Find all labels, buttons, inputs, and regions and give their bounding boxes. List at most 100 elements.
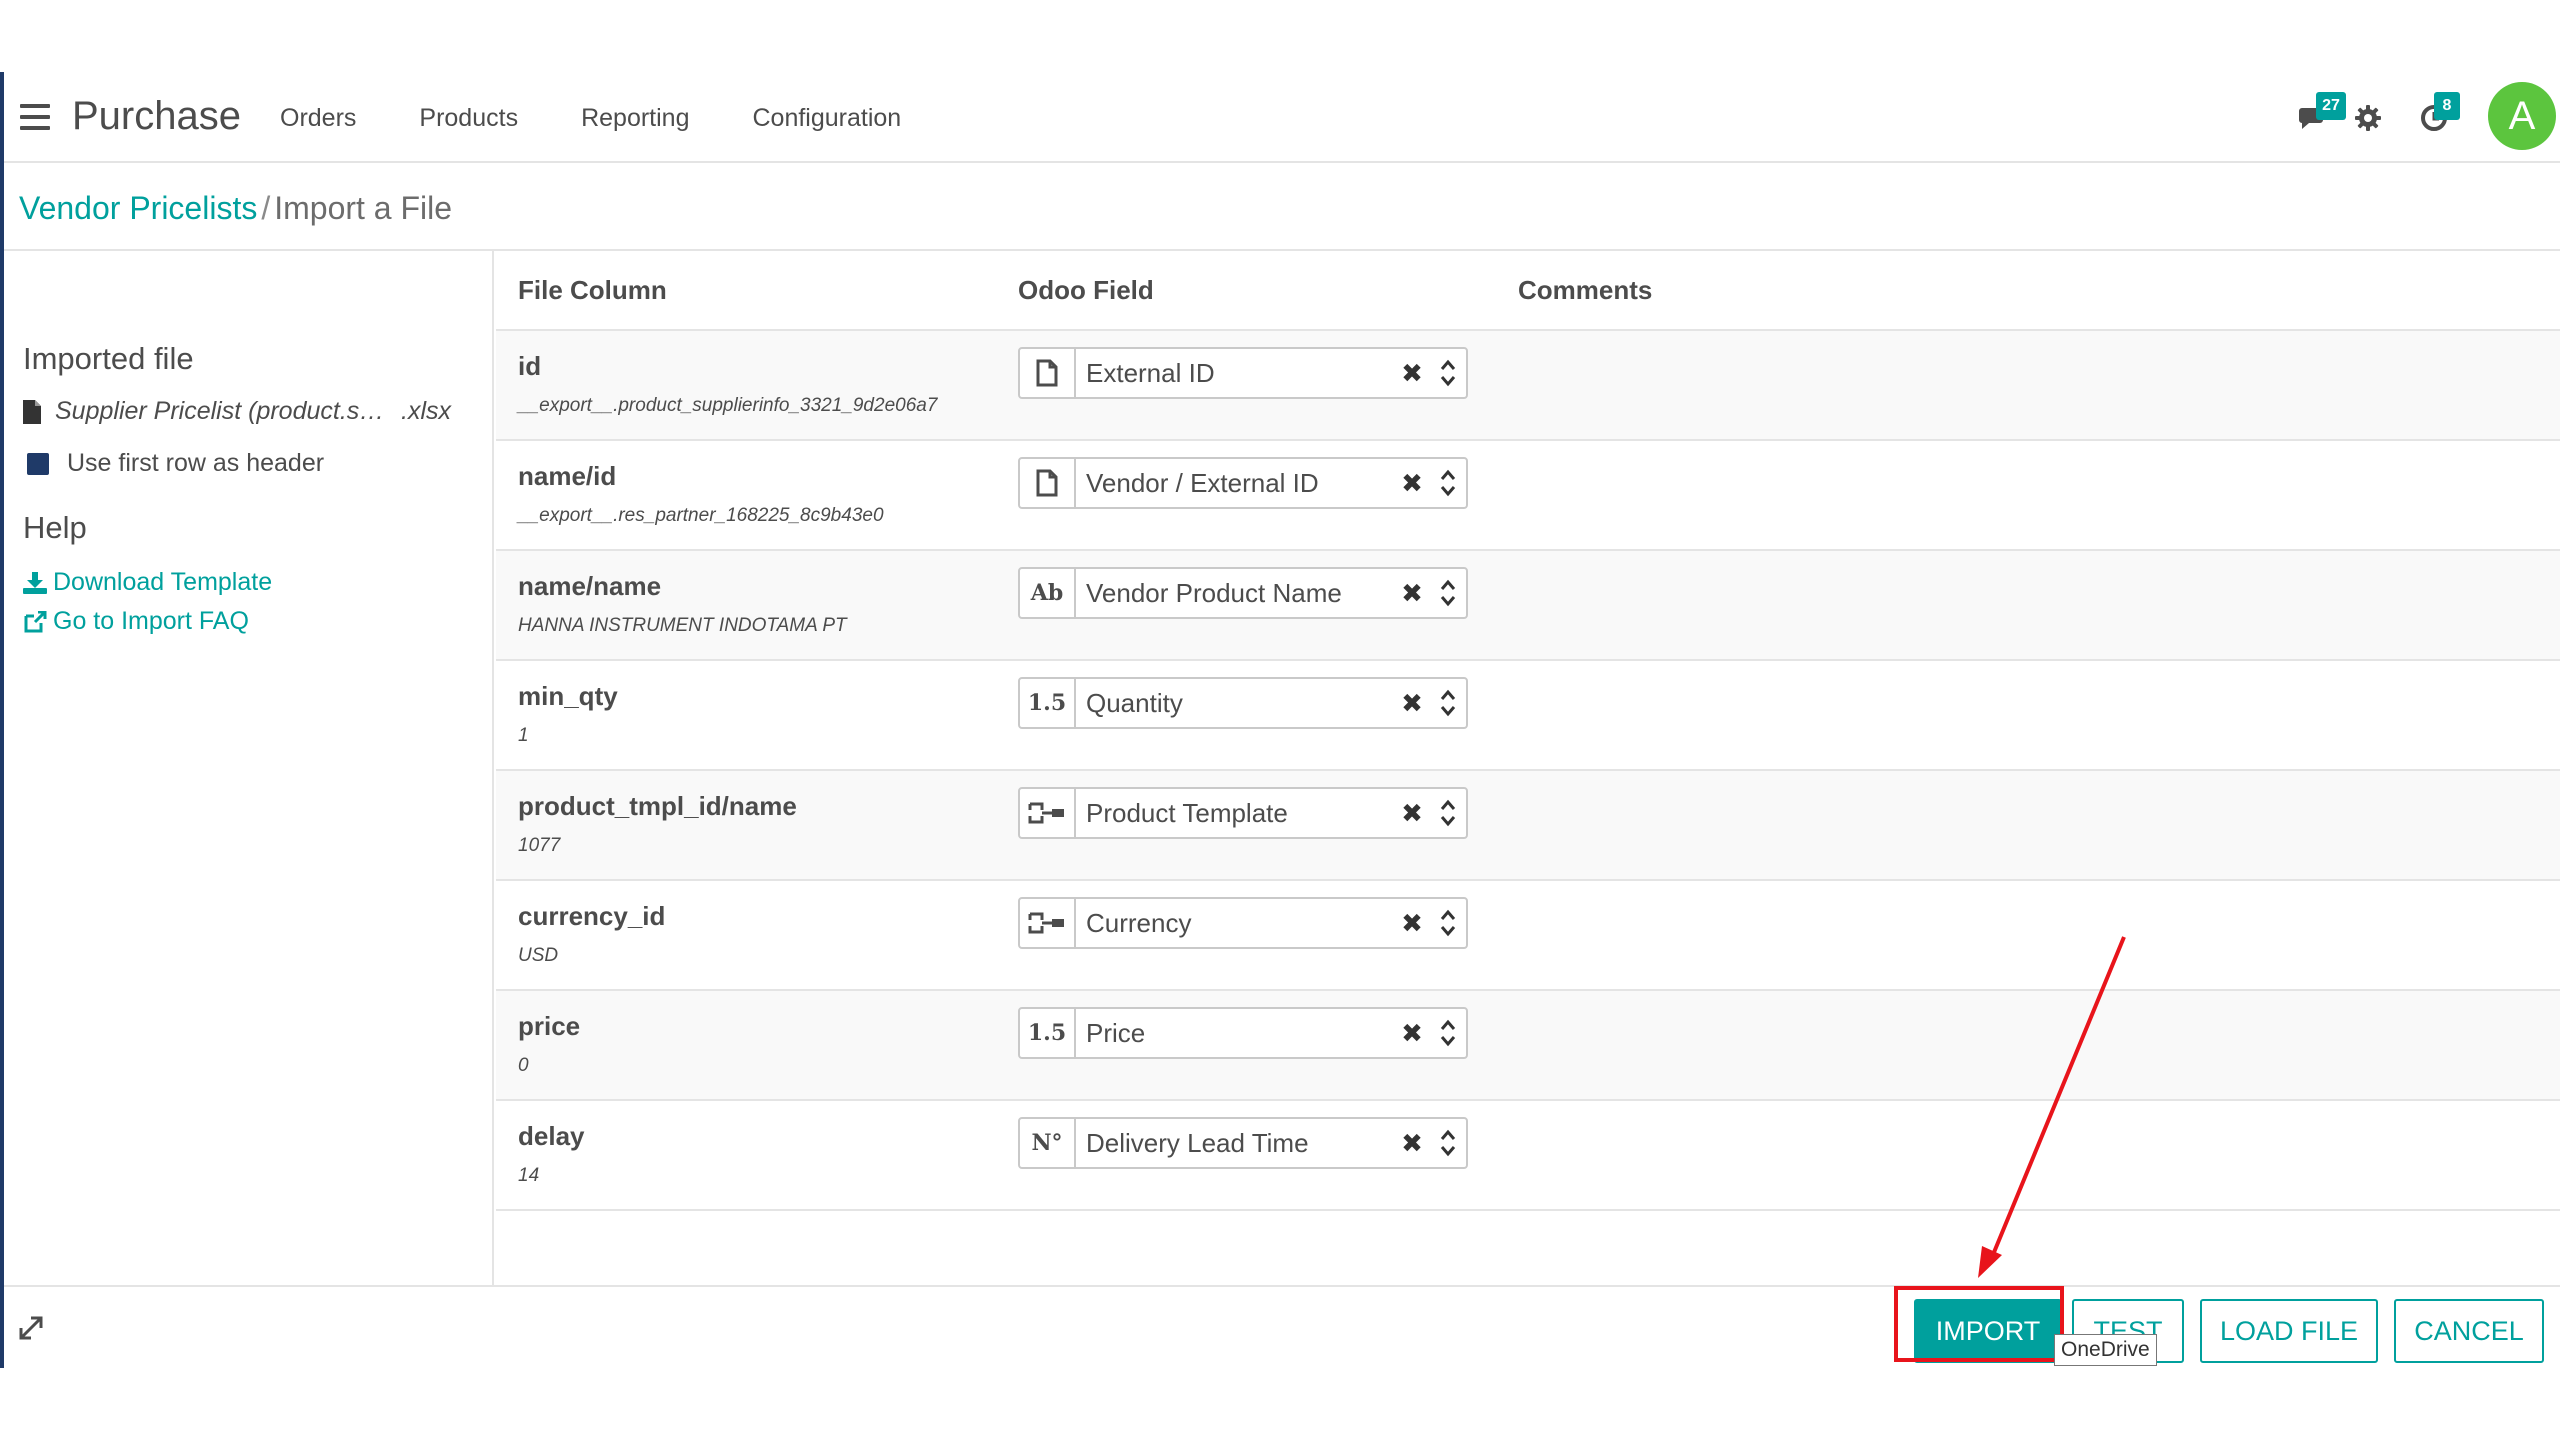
- file-column-name: currency_id: [518, 901, 666, 931]
- clear-field-icon[interactable]: ✖: [1394, 908, 1430, 939]
- import-faq-link[interactable]: Go to Import FAQ: [23, 607, 249, 636]
- menu-orders[interactable]: Orders: [280, 102, 356, 135]
- clear-field-icon[interactable]: ✖: [1394, 1128, 1430, 1159]
- odoo-field-label: Currency: [1086, 907, 1192, 938]
- top-navbar: Purchase Orders Products Reporting Confi…: [4, 72, 2560, 163]
- field-type-icon: 1.5: [1027, 1020, 1067, 1046]
- clear-field-icon[interactable]: ✖: [1394, 578, 1430, 609]
- messages-badge: 27: [2316, 92, 2346, 120]
- field-type-icon: Ab: [1030, 580, 1064, 606]
- settings-menu[interactable]: [2354, 104, 2382, 137]
- file-column-name: min_qty: [518, 681, 618, 711]
- file-column-name: delay: [518, 1121, 585, 1151]
- use-header-checkbox[interactable]: [27, 452, 49, 475]
- field-type-badge: Ab: [1020, 569, 1076, 617]
- sort-arrows-icon[interactable]: [1430, 683, 1466, 723]
- download-template-label: Download Template: [53, 568, 273, 596]
- clear-field-icon[interactable]: ✖: [1394, 798, 1430, 829]
- field-type-badge: [1020, 349, 1076, 397]
- odoo-field-label: External ID: [1086, 357, 1215, 388]
- imported-file-heading: Imported file: [23, 341, 194, 376]
- sort-arrows-icon[interactable]: [1430, 573, 1466, 613]
- breadcrumb-current: Import a File: [274, 190, 453, 226]
- odoo-field-select[interactable]: 1.5 Quantity ✖: [1018, 677, 1468, 729]
- import-button[interactable]: IMPORT: [1914, 1299, 2062, 1363]
- table-row: price 0 1.5 Price ✖: [496, 991, 2560, 1101]
- table-row: id __export__.product_supplierinfo_3321_9…: [496, 331, 2560, 441]
- sort-arrows-icon[interactable]: [1430, 1013, 1466, 1053]
- odoo-field-select[interactable]: 1.5 Price ✖: [1018, 1007, 1468, 1059]
- download-icon: [23, 571, 47, 594]
- field-type-icon: N°: [1031, 1130, 1063, 1156]
- odoo-field-select[interactable]: Currency ✖: [1018, 897, 1468, 949]
- field-type-badge: 1.5: [1020, 679, 1076, 727]
- clear-field-icon[interactable]: ✖: [1394, 468, 1430, 499]
- header-comments: Comments: [1518, 275, 1653, 305]
- file-column-sample: __export__.product_supplierinfo_3321_9d2…: [518, 395, 938, 416]
- field-type-badge: [1020, 459, 1076, 507]
- imported-file: Supplier Pricelist (product.supplierinfo…: [23, 397, 451, 426]
- cancel-button[interactable]: CANCEL: [2394, 1299, 2544, 1363]
- clear-field-icon[interactable]: ✖: [1394, 1018, 1430, 1049]
- messaging-menu[interactable]: 27: [2298, 92, 2346, 137]
- file-column-sample: 1077: [518, 835, 561, 856]
- odoo-field-label: Delivery Lead Time: [1086, 1127, 1309, 1158]
- file-column-name: product_tmpl_id/name: [518, 791, 797, 821]
- file-icon: [1035, 359, 1059, 387]
- menu-configuration[interactable]: Configuration: [752, 102, 901, 135]
- file-extension: .xlsx: [401, 397, 451, 425]
- clear-field-icon[interactable]: ✖: [1394, 358, 1430, 389]
- file-name: Supplier Pricelist (product.supplierinfo…: [55, 397, 393, 425]
- file-column-sample: 1: [518, 725, 529, 746]
- activity-menu[interactable]: 8: [2420, 92, 2460, 137]
- odoo-field-select[interactable]: External ID ✖: [1018, 347, 1468, 399]
- use-header-option: Use first row as header: [27, 449, 324, 478]
- sort-arrows-icon[interactable]: [1430, 903, 1466, 943]
- odoo-field-select[interactable]: Vendor / External ID ✖: [1018, 457, 1468, 509]
- download-template-link[interactable]: Download Template: [23, 568, 272, 597]
- help-heading: Help: [23, 510, 87, 545]
- sort-arrows-icon[interactable]: [1430, 463, 1466, 503]
- apps-menu-icon[interactable]: [20, 104, 50, 130]
- file-column-sample: HANNA INSTRUMENT INDOTAMA PT: [518, 615, 847, 636]
- file-column-name: name/id: [518, 461, 617, 491]
- file-icon: [1035, 469, 1059, 497]
- sort-arrows-icon[interactable]: [1430, 353, 1466, 393]
- relation-icon: [1028, 801, 1066, 825]
- table-row: min_qty 1 1.5 Quantity ✖: [496, 661, 2560, 771]
- file-column-name: price: [518, 1011, 581, 1041]
- menu-reporting[interactable]: Reporting: [581, 102, 689, 135]
- clear-field-icon[interactable]: ✖: [1394, 688, 1430, 719]
- odoo-field-select[interactable]: N° Delivery Lead Time ✖: [1018, 1117, 1468, 1169]
- app-name[interactable]: Purchase: [72, 90, 241, 142]
- sort-arrows-icon[interactable]: [1430, 1123, 1466, 1163]
- bottom-bar: IMPORT TEST LOAD FILE CANCEL: [4, 1285, 2560, 1368]
- file-column-sample: 14: [518, 1165, 540, 1186]
- odoo-field-label: Price: [1086, 1017, 1146, 1048]
- activities-badge: 8: [2434, 92, 2460, 120]
- breadcrumb-vendor-pricelists[interactable]: Vendor Pricelists: [19, 190, 257, 226]
- odoo-field-select[interactable]: Ab Vendor Product Name ✖: [1018, 567, 1468, 619]
- header-file-column: File Column: [518, 275, 667, 305]
- sort-arrows-icon[interactable]: [1430, 793, 1466, 833]
- menu-products[interactable]: Products: [419, 102, 518, 135]
- odoo-field-label: Product Template: [1086, 797, 1288, 828]
- field-type-badge: N°: [1020, 1119, 1076, 1167]
- table-row: product_tmpl_id/name 1077 Product Template…: [496, 771, 2560, 881]
- field-type-badge: [1020, 789, 1076, 837]
- load-file-button[interactable]: LOAD FILE: [2200, 1299, 2378, 1363]
- odoo-field-select[interactable]: Product Template ✖: [1018, 787, 1468, 839]
- use-header-label: Use first row as header: [67, 449, 325, 477]
- expand-icon[interactable]: [18, 1315, 44, 1346]
- odoo-field-label: Quantity: [1086, 687, 1183, 718]
- table-header: File Column Odoo Field Comments: [496, 251, 2560, 331]
- user-avatar[interactable]: A: [2488, 82, 2556, 150]
- mapping-table: File Column Odoo Field Comments id __expo…: [496, 251, 2560, 1211]
- table-row: name/id __export__.res_partner_168225_8c9…: [496, 441, 2560, 551]
- gear-icon: [2355, 105, 2381, 131]
- import-faq-label: Go to Import FAQ: [53, 607, 249, 635]
- header-odoo-field: Odoo Field: [1018, 275, 1154, 305]
- breadcrumb: Vendor Pricelists / Import a File: [19, 188, 452, 230]
- file-column-sample: 0: [518, 1055, 529, 1076]
- import-sidebar: Imported file Supplier Pricelist (produc…: [4, 251, 494, 1285]
